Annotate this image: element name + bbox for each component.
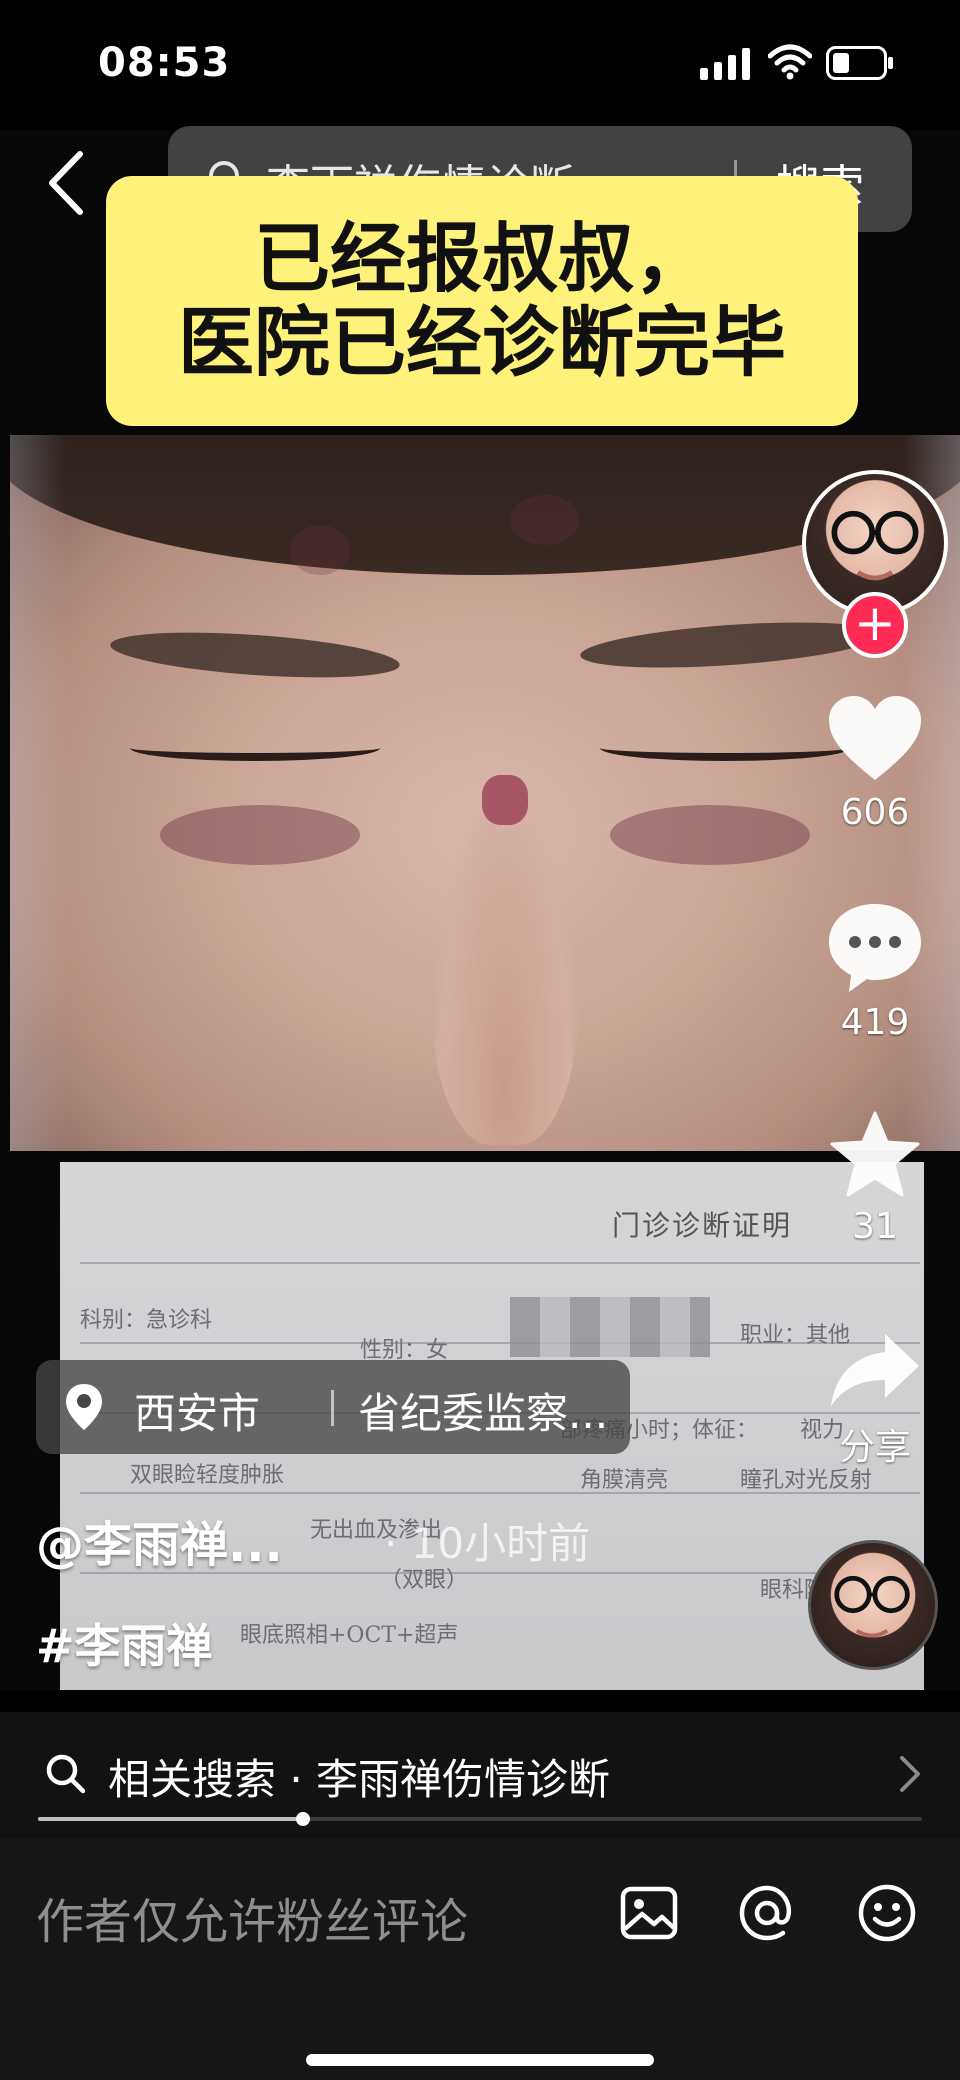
status-bar: 08:53	[0, 0, 960, 130]
location-tag[interactable]: 西安市 省纪委监察...	[36, 1360, 630, 1454]
favorite-count: 31	[852, 1206, 898, 1247]
document-title: 门诊诊断证明	[612, 1209, 793, 1242]
comment-input[interactable]: 作者仅允许粉丝评论	[36, 1882, 468, 1952]
document-text: 角膜清亮	[580, 1468, 669, 1493]
home-indicator[interactable]	[306, 2054, 654, 2066]
like-count: 606	[840, 792, 910, 833]
video-progress-bar[interactable]	[38, 1812, 922, 1826]
related-search-label: 相关搜索 · 李雨禅伤情诊断	[108, 1755, 611, 1804]
location-place: 省纪委监察...	[358, 1389, 609, 1438]
comment-bubble-icon	[829, 904, 921, 992]
music-disc-avatar[interactable]	[808, 1540, 938, 1670]
caption-line-2: 医院已经诊断完毕	[178, 298, 786, 387]
back-arrow-icon[interactable]	[42, 148, 92, 218]
comment-button[interactable]: 419	[810, 898, 940, 1043]
share-button[interactable]: 分享	[810, 1330, 940, 1470]
like-button[interactable]: 606	[810, 692, 940, 833]
video-caption-overlay: 已经报叔叔， 医院已经诊断完毕	[106, 176, 858, 426]
wifi-icon	[768, 44, 812, 80]
share-arrow-icon	[831, 1334, 919, 1406]
redacted-name	[510, 1297, 710, 1357]
caption-line-1: 已经报叔叔，	[254, 214, 710, 303]
location-city: 西安市	[134, 1389, 261, 1438]
heart-icon	[829, 696, 921, 780]
chevron-right-icon	[900, 1756, 920, 1792]
star-icon	[830, 1111, 920, 1197]
mention-at-icon[interactable]	[736, 1882, 798, 1944]
emoji-icon[interactable]	[856, 1882, 918, 1944]
favorite-button[interactable]: 31	[810, 1110, 940, 1247]
document-text: 科别：急诊科	[80, 1308, 213, 1333]
comment-count: 419	[840, 1002, 910, 1043]
document-text: 双眼睑轻度肿胀	[130, 1463, 285, 1488]
cellular-signal-icon	[700, 48, 750, 80]
location-pin-icon	[66, 1384, 102, 1430]
post-time: · 10小时前	[384, 1519, 591, 1568]
follow-plus-button[interactable]: +	[842, 592, 908, 658]
share-label: 分享	[838, 1427, 911, 1468]
author-name[interactable]: @李雨禅...	[36, 1505, 283, 1575]
hashtag-link[interactable]: #李雨禅	[36, 1610, 213, 1676]
comment-bar: 作者仅允许粉丝评论	[0, 1838, 960, 2080]
image-icon[interactable]	[618, 1882, 680, 1944]
search-icon	[46, 1754, 86, 1794]
battery-icon	[826, 46, 893, 80]
status-time: 08:53	[98, 40, 231, 86]
document-text: 眼底照相+OCT+超声	[240, 1623, 459, 1648]
